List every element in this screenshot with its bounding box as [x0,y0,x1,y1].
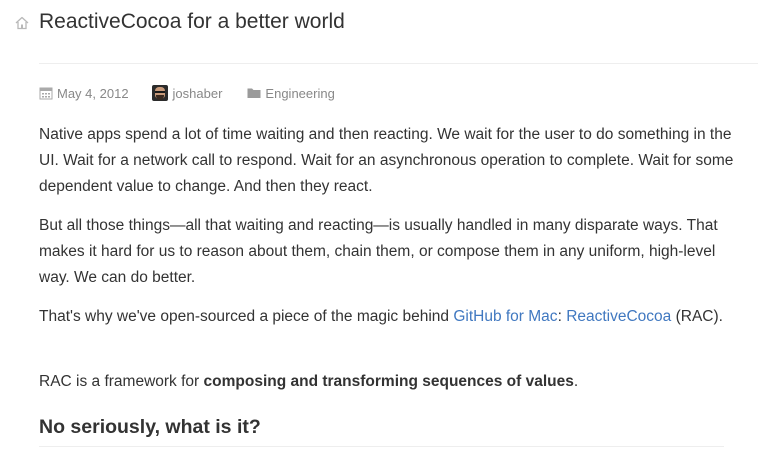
title-divider [39,63,758,64]
github-for-mac-link[interactable]: GitHub for Mac [453,308,557,325]
post-title: ReactiveCocoa for a better world [39,10,345,33]
post-date: May 4, 2012 [39,86,129,101]
paragraph-4-text-after: . [573,373,579,390]
post-meta: May 4, 2012 joshaber Engineering [39,84,335,102]
reactivecocoa-link[interactable]: ReactiveCocoa [566,308,671,325]
blog-post-page: ReactiveCocoa for a better world May 4, … [0,0,758,452]
post-author-name[interactable]: joshaber [173,86,223,101]
post-category-name[interactable]: Engineering [265,86,334,101]
paragraph-3-text-before: That's why we've open-sourced a piece of… [39,308,454,325]
paragraph-3: That's why we've open-sourced a piece of… [39,304,739,330]
post-date-text: May 4, 2012 [57,85,129,101]
calendar-icon [39,87,53,100]
home-icon[interactable] [14,15,30,31]
paragraph-4-text-before: RAC is a framework for [39,373,204,390]
paragraph-4-emphasis: composing and transforming sequences of … [203,373,574,390]
avatar[interactable] [151,85,168,101]
section-heading: No seriously, what is it? [39,416,261,438]
folder-icon [247,88,261,98]
paragraph-3-text-after: (RAC). [671,308,723,325]
heading-divider [39,446,724,447]
paragraph-3-text-middle: : [557,308,567,325]
paragraph-1: Native apps spend a lot of time waiting … [39,126,734,195]
paragraph-2: But all those things—all that waiting an… [39,217,718,286]
paragraph-4: RAC is a framework for composing and tra… [39,369,739,395]
post-category[interactable]: Engineering [247,86,335,101]
post-author[interactable]: joshaber [151,85,223,101]
